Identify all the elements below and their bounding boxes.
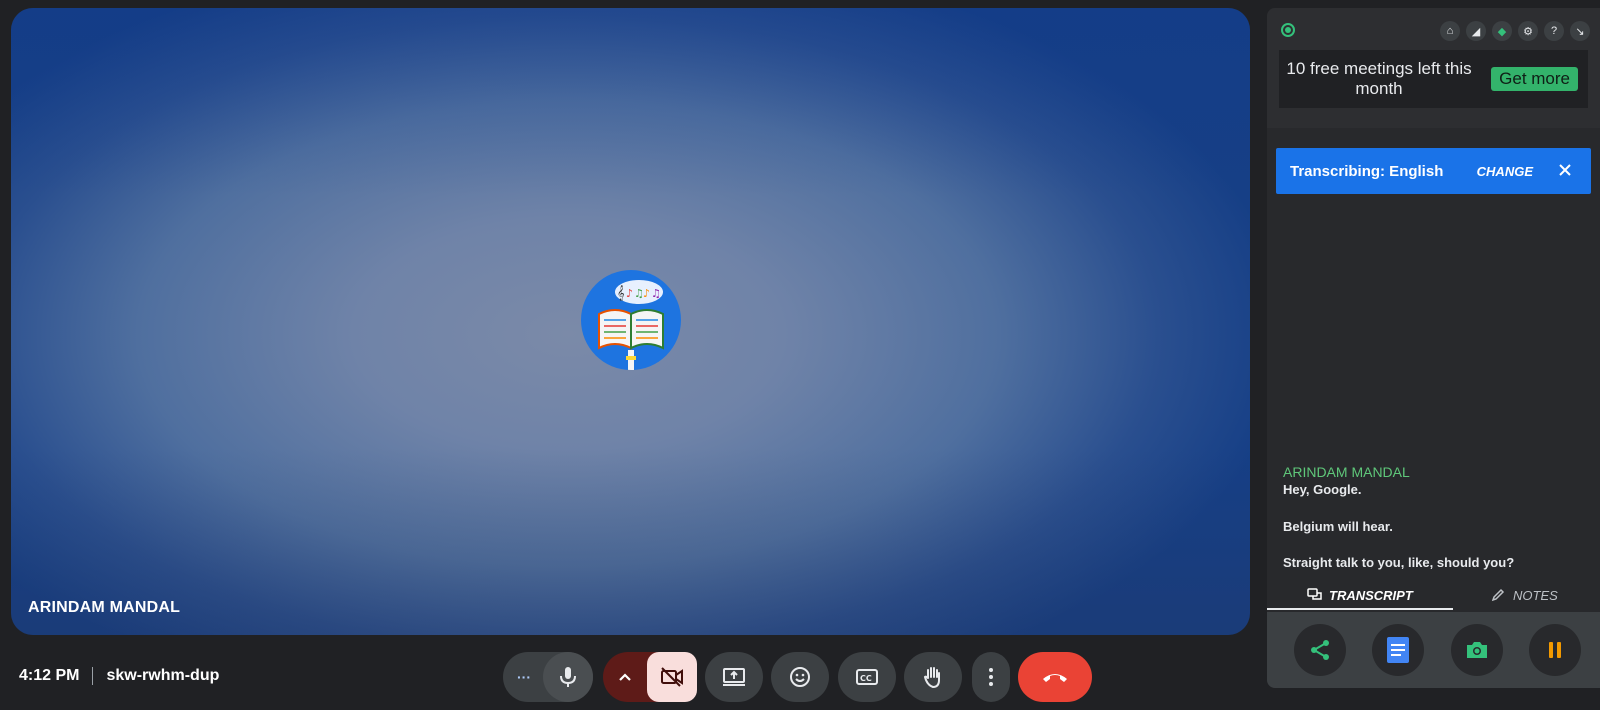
meeting-info: 4:12 PM skw-rwhm-dup: [19, 667, 219, 685]
emoji-icon: [790, 667, 810, 687]
participant-name: ARINDAM MANDAL: [28, 599, 181, 616]
audio-options-button[interactable]: ···: [517, 669, 531, 685]
audio-control-group: ···: [503, 652, 593, 702]
transcription-language: Transcribing: English: [1290, 162, 1444, 180]
meeting-time: 4:12 PM: [19, 667, 80, 684]
eraser-icon[interactable]: ◢: [1466, 21, 1486, 41]
close-icon[interactable]: [1555, 160, 1575, 180]
screenshot-button[interactable]: [1451, 624, 1503, 676]
participant-avatar: 𝄞 ♪ ♫ ♪ ♫: [581, 270, 681, 370]
get-more-button[interactable]: Get more: [1491, 67, 1578, 91]
end-call-icon: [1043, 674, 1067, 682]
raise-hand-icon: [923, 667, 940, 689]
tab-notes[interactable]: NOTES: [1491, 580, 1558, 610]
svg-text:♫: ♫: [651, 287, 661, 300]
free-meetings-promo: 10 free meetings left this month Get mor…: [1279, 50, 1588, 108]
panel-tabs: TRANSCRIPT NOTES: [1267, 580, 1600, 610]
recording-indicator-icon: [1281, 23, 1295, 37]
pencil-icon: [1491, 588, 1505, 602]
mic-icon: [560, 667, 576, 687]
transcript-speaker: ARINDAM MANDAL: [1283, 464, 1410, 480]
transcript-line: Hey, Google.: [1283, 482, 1362, 497]
share-icon: [1311, 640, 1329, 660]
shield-icon[interactable]: ◆: [1492, 21, 1512, 41]
transcript-line: Belgium will hear.: [1283, 519, 1393, 534]
meeting-code: skw-rwhm-dup: [106, 667, 220, 684]
video-tile: 𝄞 ♪ ♫ ♪ ♫ ARINDAM MANDAL: [11, 8, 1250, 635]
present-icon: [723, 668, 745, 686]
camera-off-icon: [661, 667, 683, 687]
video-control-group: [603, 652, 697, 702]
share-button[interactable]: [1294, 624, 1346, 676]
panel-footer: [1267, 612, 1600, 688]
transcript-line: Straight talk to you, like, should you?: [1283, 555, 1515, 570]
more-vert-icon: [989, 668, 993, 686]
active-tab-indicator: [1267, 608, 1453, 610]
home-icon[interactable]: ⌂: [1440, 21, 1460, 41]
reactions-button[interactable]: [771, 652, 829, 702]
svg-text:𝄞: 𝄞: [617, 286, 625, 301]
raise-hand-button[interactable]: [904, 652, 962, 702]
docs-icon: [1387, 637, 1409, 663]
tab-notes-label: NOTES: [1513, 587, 1558, 603]
help-icon[interactable]: ?: [1544, 21, 1564, 41]
more-options-button[interactable]: [972, 652, 1010, 702]
svg-text:♪: ♪: [626, 287, 633, 300]
promo-text: 10 free meetings left this month: [1286, 59, 1472, 98]
docs-button[interactable]: [1372, 624, 1424, 676]
mic-button[interactable]: [543, 652, 593, 702]
panel-toolbar: ⌂ ◢ ◆ ⚙ ? ↘: [1440, 21, 1590, 41]
camera-icon: [1467, 642, 1487, 658]
tab-transcript-label: TRANSCRIPT: [1329, 587, 1413, 603]
transcript-panel: ⌂ ◢ ◆ ⚙ ? ↘ 10 free meetings left this m…: [1267, 8, 1600, 688]
leave-call-button[interactable]: [1018, 652, 1092, 702]
present-button[interactable]: [705, 652, 763, 702]
collapse-icon[interactable]: ↘: [1570, 21, 1590, 41]
pause-button[interactable]: [1529, 624, 1581, 676]
change-language-button[interactable]: CHANGE: [1477, 164, 1533, 179]
gear-icon[interactable]: ⚙: [1518, 21, 1538, 41]
svg-text:CC: CC: [860, 674, 872, 683]
transcription-banner: Transcribing: English CHANGE: [1276, 148, 1591, 194]
divider: [92, 667, 94, 685]
camera-toggle-button[interactable]: [647, 652, 697, 702]
transcript-icon: [1307, 588, 1322, 600]
svg-text:♪: ♪: [643, 287, 650, 300]
tab-transcript[interactable]: TRANSCRIPT: [1307, 580, 1413, 610]
captions-icon: CC: [856, 669, 878, 685]
chevron-up-icon[interactable]: [617, 669, 633, 685]
pause-icon: [1549, 642, 1561, 658]
captions-button[interactable]: CC: [838, 652, 896, 702]
